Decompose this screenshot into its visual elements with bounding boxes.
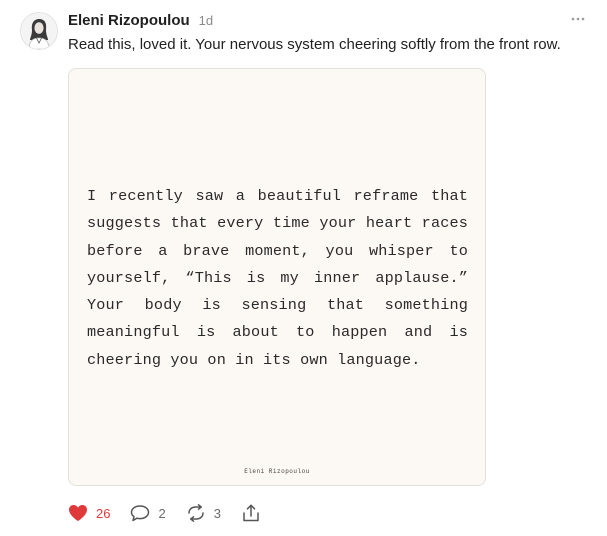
- action-bar: 26 2 3: [68, 502, 281, 524]
- quote-text: I recently saw a beautiful reframe that …: [87, 187, 468, 369]
- more-options-icon: [571, 17, 585, 21]
- post-caption: Read this, loved it. Your nervous system…: [68, 36, 561, 53]
- share-icon: [243, 504, 259, 522]
- post: Eleni Rizopoulou 1d Read this, loved it.…: [0, 0, 607, 536]
- repost-button[interactable]: 3: [186, 504, 221, 522]
- repost-icon: [187, 504, 204, 522]
- comment-button[interactable]: 2: [130, 504, 166, 522]
- post-timestamp[interactable]: 1d: [199, 13, 213, 28]
- avatar[interactable]: [20, 12, 58, 50]
- heart-icon: [69, 505, 87, 521]
- author-name[interactable]: Eleni Rizopoulou: [68, 12, 190, 29]
- quote-image-card[interactable]: I recently saw a beautiful reframe that …: [68, 68, 486, 486]
- comment-icon: [131, 505, 150, 522]
- like-button[interactable]: 26: [68, 504, 110, 522]
- like-count: 26: [96, 505, 111, 521]
- card-signature: Eleni Rizopoulou: [244, 468, 310, 475]
- comment-count: 2: [158, 505, 166, 521]
- more-options-button[interactable]: [571, 14, 585, 24]
- share-button[interactable]: [241, 504, 261, 522]
- avatar-photo-icon: [21, 13, 57, 49]
- repost-count: 3: [213, 505, 221, 521]
- post-header: Eleni Rizopoulou 1d: [68, 12, 213, 32]
